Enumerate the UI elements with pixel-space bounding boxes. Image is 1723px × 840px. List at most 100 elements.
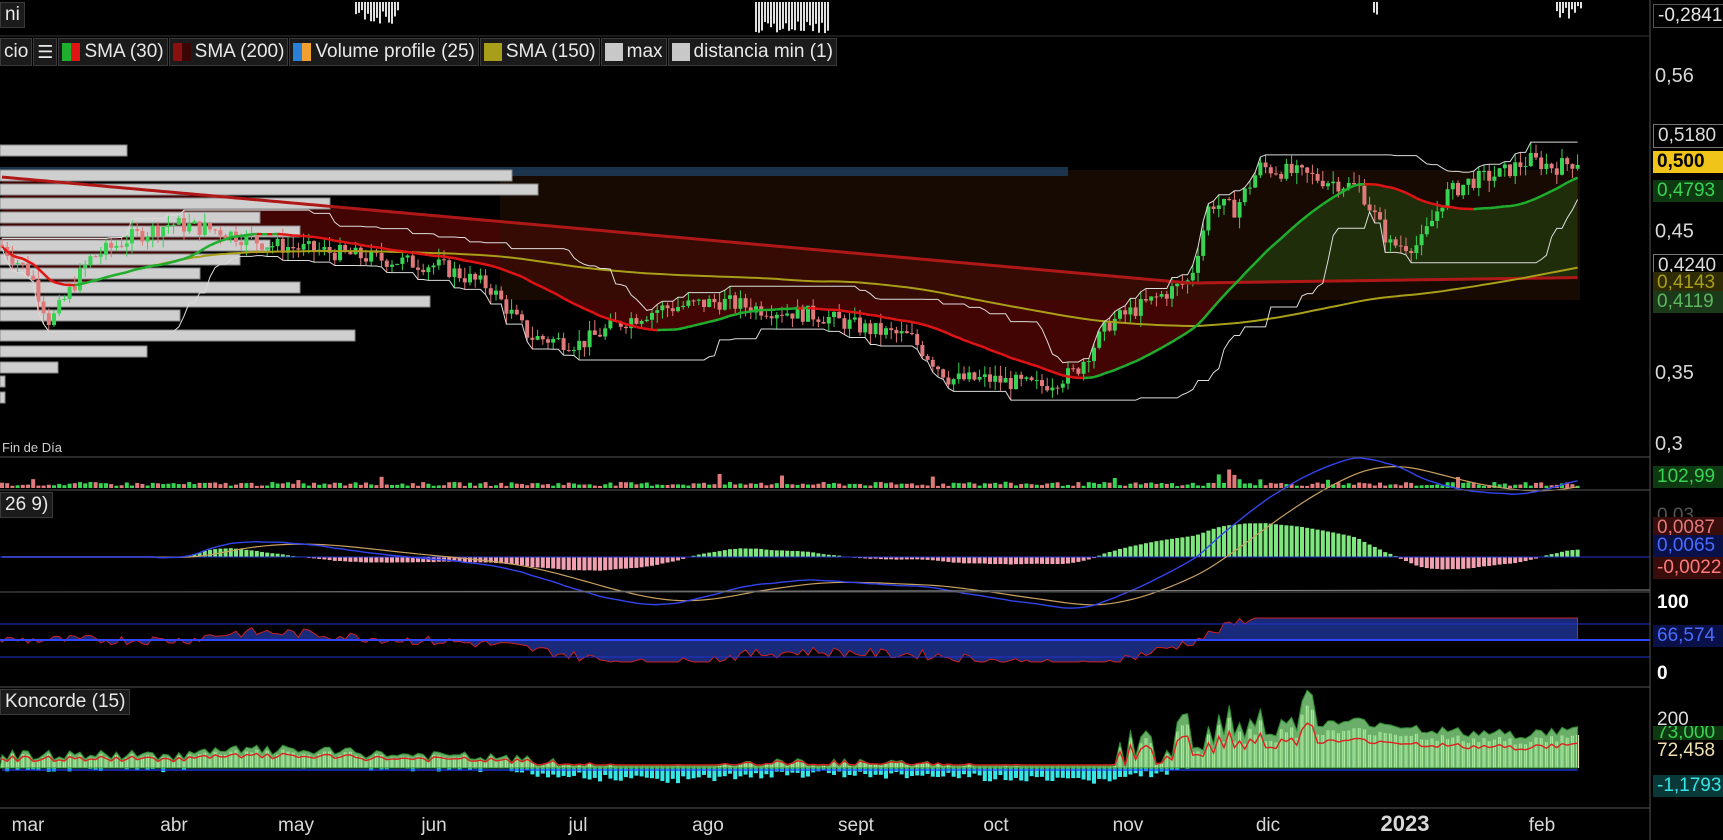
legend-item-4[interactable]: max xyxy=(600,38,667,66)
volume-bar-250 xyxy=(1300,485,1304,488)
volume-bar-182 xyxy=(946,485,951,488)
candle-body-248 xyxy=(1289,163,1294,174)
candle-body-243 xyxy=(1263,162,1268,168)
trading-chart[interactable]: mar abr may jun jul ago sept oct nov dic 2023 feb 0… xyxy=(0,0,1723,840)
volume-bar-42 xyxy=(218,484,223,488)
volume-bar-183 xyxy=(951,482,956,488)
candle-body-32 xyxy=(166,224,171,228)
macd-hist-77 xyxy=(400,557,405,563)
volume-bar-246 xyxy=(1279,482,1284,488)
x-axis-label-2: may xyxy=(278,815,314,836)
volume-bar-189 xyxy=(982,483,987,488)
macd-hist-111 xyxy=(577,557,582,571)
volume-bar-245 xyxy=(1274,483,1278,488)
volume-bar-222 xyxy=(1154,483,1159,488)
legend-item-0[interactable]: SMA (30) xyxy=(58,38,168,66)
legend-label-3: SMA (150) xyxy=(505,41,596,62)
candle-body-190 xyxy=(988,374,992,382)
volume-bar-283 xyxy=(1471,482,1476,488)
candle-body-176 xyxy=(915,334,920,346)
sma30-seg-284 xyxy=(1473,207,1479,211)
volume-bar-8 xyxy=(41,485,46,488)
macd-hist-71 xyxy=(369,557,374,563)
koncorde-panel[interactable] xyxy=(0,689,1580,784)
candle-body-49 xyxy=(254,235,259,244)
macd-hist-181 xyxy=(941,557,946,562)
sma30-seg-90 xyxy=(464,259,471,263)
macd-hist-207 xyxy=(1076,557,1081,562)
volume-bar-254 xyxy=(1320,483,1325,488)
sma30-seg-26 xyxy=(131,267,138,272)
volume-bar-237 xyxy=(1232,474,1237,488)
candle-body-183 xyxy=(951,379,956,385)
volume-bar-296 xyxy=(1539,482,1544,488)
volume-bar-236 xyxy=(1227,469,1232,488)
sma30-seg-23 xyxy=(116,272,122,276)
volume-bar-145 xyxy=(754,483,758,488)
macd-hist-215 xyxy=(1118,548,1122,558)
candle-body-280 xyxy=(1456,183,1460,196)
sma30-seg-167 xyxy=(864,312,871,317)
sma30-seg-3 xyxy=(11,254,19,259)
volume-bar-180 xyxy=(936,485,940,488)
candle-body-204 xyxy=(1060,383,1065,388)
volume-bar-89 xyxy=(462,485,467,488)
candle-body-130 xyxy=(676,307,680,312)
macd-label[interactable]: 26 9) xyxy=(0,492,54,518)
legend-item-3[interactable]: SMA (150) xyxy=(479,38,600,66)
koncorde-label[interactable]: Koncorde (15) xyxy=(0,689,131,715)
volume-bar-13 xyxy=(67,483,72,488)
candle-body-242 xyxy=(1258,162,1263,176)
volume-bar-108 xyxy=(561,484,566,488)
macd-hist-241 xyxy=(1253,523,1258,558)
volume-bar-5 xyxy=(26,484,30,488)
volume-bar-3 xyxy=(15,485,20,488)
candle-body-46 xyxy=(239,241,244,246)
volume-bar-198 xyxy=(1029,484,1034,488)
candle-body-127 xyxy=(660,305,665,311)
volume-bar-120 xyxy=(624,482,628,488)
sma30-seg-184 xyxy=(953,334,960,339)
candle-body-284 xyxy=(1476,170,1481,188)
sma30-seg-175 xyxy=(906,319,913,324)
candle-body-100 xyxy=(520,314,524,321)
volume-bar-32 xyxy=(166,483,171,488)
volume-bar-217 xyxy=(1128,483,1133,488)
macd-hist-286 xyxy=(1487,557,1492,566)
candle-body-25 xyxy=(130,229,134,244)
volume-bar-30 xyxy=(156,483,160,488)
volume-bar-10 xyxy=(52,485,56,488)
volume-panel[interactable] xyxy=(0,469,1580,488)
volume-bar-28 xyxy=(145,485,150,488)
macd-hist-234 xyxy=(1216,527,1221,558)
macd-hist-261 xyxy=(1357,538,1362,558)
candle-body-29 xyxy=(150,225,155,237)
legend-item-1[interactable]: SMA (200) xyxy=(168,38,289,66)
indicator-legend[interactable]: cio ☰ SMA (30) SMA (200) Volume profile (2… xyxy=(0,38,838,66)
price-panel[interactable] xyxy=(0,141,1580,404)
volume-bar-185 xyxy=(962,483,966,488)
legend-item-5[interactable]: distancia min (1) xyxy=(667,38,837,66)
macd-hist-65 xyxy=(338,557,342,561)
volume-bar-267 xyxy=(1388,484,1393,488)
candle-body-291 xyxy=(1513,162,1518,177)
volume-bar-26 xyxy=(135,482,140,488)
legend-item-2[interactable]: Volume profile (25) xyxy=(289,38,479,66)
legend-list-button[interactable]: ☰ xyxy=(33,38,58,66)
macd-panel[interactable] xyxy=(0,457,1650,609)
rsi-panel[interactable] xyxy=(0,589,1651,663)
candle-body-174 xyxy=(904,331,909,334)
candle-body-85 xyxy=(442,259,446,261)
candle-body-189 xyxy=(982,374,987,377)
legend-prefix[interactable]: cio xyxy=(0,38,33,66)
candle-body-139 xyxy=(722,298,727,310)
macd-hist-tag: -0,0022 xyxy=(1653,557,1723,579)
volume-bar-81 xyxy=(421,482,426,488)
candle-body-133 xyxy=(691,300,696,302)
volume-bar-110 xyxy=(572,483,576,488)
sma30-seg-96 xyxy=(495,265,502,270)
macd-hist-239 xyxy=(1242,523,1247,558)
koncorde-blue-120 xyxy=(624,768,628,778)
macd-hist-101 xyxy=(525,557,530,567)
volume-bar-67 xyxy=(348,483,353,488)
